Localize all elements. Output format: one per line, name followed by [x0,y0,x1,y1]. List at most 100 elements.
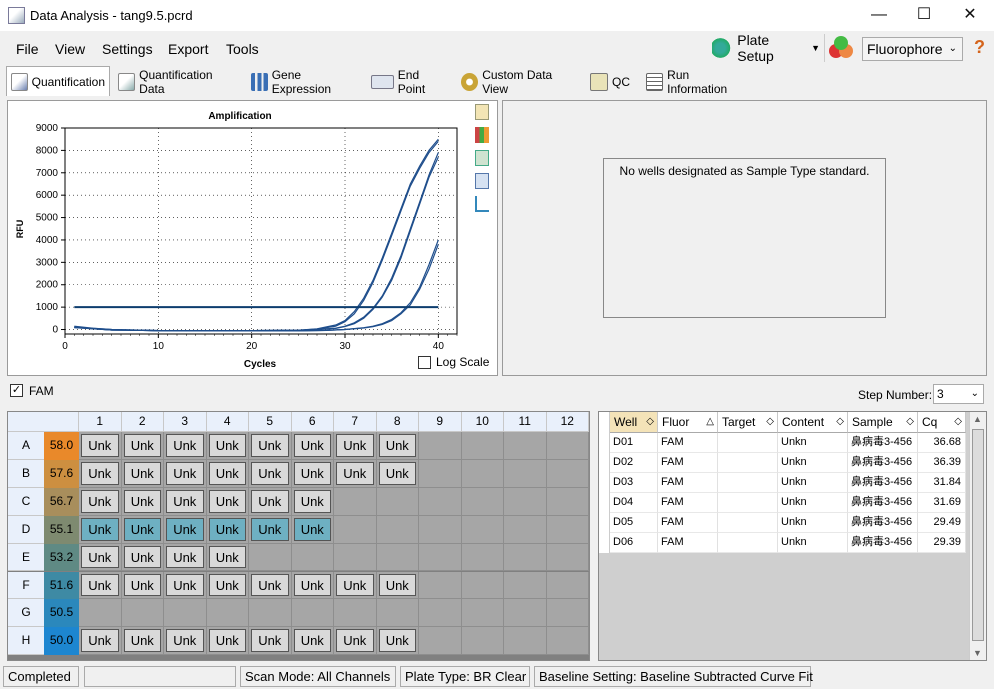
plate-row-header[interactable]: F [8,571,44,600]
plate-well[interactable]: Unk [79,515,122,544]
plate-well[interactable] [546,543,589,572]
table-cell[interactable] [718,473,778,493]
plate-well[interactable] [461,571,504,600]
plate-well[interactable] [546,487,589,516]
table-cell[interactable]: Unkn [778,433,848,453]
step-number-select[interactable]: 3 ⌄ [933,384,984,404]
plate-row-header[interactable]: B [8,459,44,488]
plate-well[interactable] [546,599,589,628]
plate-well[interactable]: Unk [249,515,292,544]
plate-well[interactable] [461,543,504,572]
plate-well[interactable] [419,515,462,544]
plate-well[interactable]: Unk [291,432,334,460]
menu-export[interactable]: Export [168,41,208,57]
table-cell[interactable]: 鼻病毒3-456 [848,513,918,533]
plate-column-header[interactable]: 3 [164,412,207,432]
plate-well[interactable]: Unk [121,432,164,460]
plate-column-header[interactable]: 6 [291,412,334,432]
plate-well[interactable] [461,599,504,628]
plate-well[interactable]: Unk [206,459,249,488]
plate-well[interactable]: Unk [334,571,377,600]
table-cell[interactable]: 36.68 [918,433,966,453]
vertical-scrollbar[interactable]: ▲ ▼ [969,412,986,660]
plate-well[interactable]: Unk [291,487,334,516]
menu-file[interactable]: File [16,41,39,57]
plate-well[interactable] [504,543,547,572]
table-cell[interactable]: 鼻病毒3-456 [848,433,918,453]
tab-quantification-data[interactable]: Quantification Data [113,68,241,96]
plate-well[interactable] [461,627,504,656]
plate-well[interactable]: Unk [164,543,207,572]
plate-well[interactable]: Unk [206,571,249,600]
plate-well[interactable]: Unk [79,459,122,488]
plate-well[interactable]: Unk [249,571,292,600]
plate-well[interactable]: Unk [121,627,164,656]
plate-well[interactable]: Unk [376,571,419,600]
plate-well[interactable] [419,432,462,460]
plate-well[interactable]: Unk [164,627,207,656]
plate-well[interactable] [461,459,504,488]
minimize-button[interactable]: — [856,0,902,31]
plate-well[interactable]: Unk [249,432,292,460]
plate-well[interactable]: Unk [79,627,122,656]
table-cell[interactable]: FAM [658,453,718,473]
plate-well[interactable]: Unk [334,432,377,460]
plate-well[interactable] [461,432,504,460]
plate-well[interactable]: Unk [206,627,249,656]
table-cell[interactable]: 36.39 [918,453,966,473]
table-cell[interactable]: Unkn [778,533,848,553]
plate-well[interactable]: Unk [291,627,334,656]
plate-well[interactable]: Unk [164,487,207,516]
plate-corner[interactable] [8,412,79,432]
table-cell[interactable]: FAM [658,493,718,513]
plate-well[interactable]: Unk [164,432,207,460]
plate-well[interactable] [376,515,419,544]
plate-well[interactable] [291,599,334,628]
channel-color-button[interactable] [829,36,855,60]
copy-icon[interactable] [475,104,489,120]
plate-well[interactable]: Unk [334,459,377,488]
plate-well[interactable] [546,627,589,656]
plate-well[interactable]: Unk [291,459,334,488]
plate-well[interactable]: Unk [79,571,122,600]
plate-well[interactable] [419,543,462,572]
plate-well[interactable]: Unk [121,543,164,572]
close-button[interactable]: ✕ [947,0,993,31]
plate-well[interactable]: Unk [79,487,122,516]
table-cell[interactable]: D04 [610,493,658,513]
plate-column-header[interactable]: 9 [419,412,462,432]
plate-column-header[interactable]: 10 [461,412,504,432]
table-cell[interactable]: Unkn [778,453,848,473]
tab-custom-data-view[interactable]: Custom Data View [456,68,582,96]
tab-qc[interactable]: QC [585,68,637,96]
table-cell[interactable] [718,533,778,553]
table-cell[interactable]: 鼻病毒3-456 [848,453,918,473]
table-cell[interactable]: D03 [610,473,658,493]
plate-column-header[interactable]: 8 [376,412,419,432]
plate-row-header[interactable]: E [8,543,44,572]
plate-well[interactable]: Unk [249,627,292,656]
plate-well[interactable]: Unk [79,543,122,572]
menu-tools[interactable]: Tools [226,41,259,57]
plate-well[interactable]: Unk [291,571,334,600]
table-cell[interactable]: 29.39 [918,533,966,553]
plate-column-header[interactable]: 11 [504,412,547,432]
table-cell[interactable]: Unkn [778,473,848,493]
table-cell[interactable]: 31.69 [918,493,966,513]
amplification-chart[interactable]: Amplification Cycles RFU 0 1000 2000 3000 40… [8,101,497,375]
table-cell[interactable]: 29.49 [918,513,966,533]
column-header-well[interactable]: Well ◇ [610,412,658,433]
table-cell[interactable] [718,453,778,473]
plate-well[interactable] [419,627,462,656]
plate-well[interactable] [79,599,122,628]
plate-well[interactable] [504,487,547,516]
plate-well[interactable] [334,543,377,572]
plate-well[interactable] [376,543,419,572]
log-scale-checkbox[interactable] [418,356,431,369]
plate-row-header[interactable]: D [8,515,44,544]
plate-well[interactable] [334,487,377,516]
table-cell[interactable]: D05 [610,513,658,533]
plate-well[interactable]: Unk [206,543,249,572]
plate-well[interactable] [249,599,292,628]
table-cell[interactable] [718,493,778,513]
